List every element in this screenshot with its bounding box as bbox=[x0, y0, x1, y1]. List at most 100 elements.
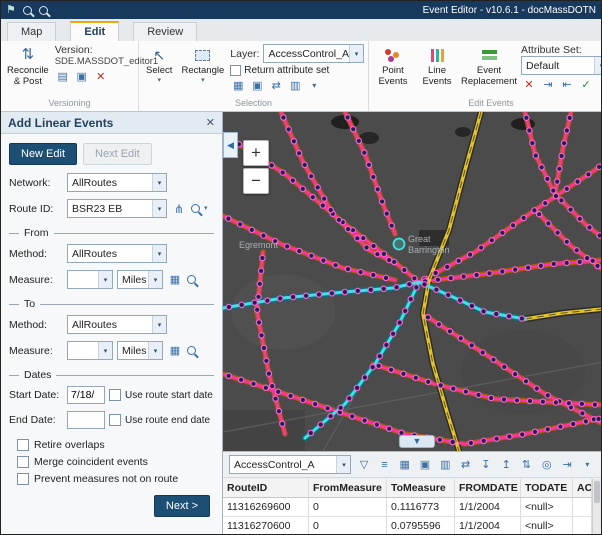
table-layer-dropdown[interactable]: AccessControl_A ▾ bbox=[229, 455, 351, 474]
switch-records-icon[interactable]: ⇄ bbox=[458, 457, 473, 472]
tab-edit[interactable]: Edit bbox=[70, 21, 119, 41]
col-todate[interactable]: TODATE bbox=[521, 479, 573, 497]
table-scrollbar[interactable] bbox=[592, 479, 601, 534]
from-units-dropdown[interactable]: Miles ▾ bbox=[117, 270, 163, 289]
use-route-start-checkbox[interactable] bbox=[109, 389, 121, 401]
reconcile-post-button[interactable]: ⇅ Reconcile & Post bbox=[5, 44, 51, 90]
from-method-caret-icon[interactable]: ▾ bbox=[152, 245, 166, 262]
line-events-button[interactable]: Line Events bbox=[417, 44, 457, 90]
layer-dropdown[interactable]: AccessControl_A ▾ bbox=[263, 44, 364, 63]
to-measure-dropdown[interactable]: ▾ bbox=[67, 341, 113, 360]
rectangle-tool-button[interactable]: Rectangle ▾ bbox=[179, 44, 226, 86]
to-method-caret-icon[interactable]: ▾ bbox=[152, 316, 166, 333]
new-edit-button[interactable]: New Edit bbox=[9, 143, 77, 165]
col-frommeasure[interactable]: FromMeasure bbox=[309, 479, 387, 497]
great-barrington-label-2: Barrington bbox=[408, 245, 450, 255]
panel-close-icon[interactable]: ✕ bbox=[206, 116, 215, 129]
selection-more-caret-icon[interactable]: ▾ bbox=[306, 78, 322, 93]
col-routeid[interactable]: RouteID bbox=[223, 479, 309, 497]
to-measure-table-icon[interactable]: ▦ bbox=[167, 343, 183, 358]
delete-version-icon[interactable]: ✕ bbox=[93, 69, 109, 84]
cell: 0 bbox=[309, 498, 387, 516]
version-changes-icon[interactable]: ▤ bbox=[55, 69, 71, 84]
rectangle-caret-icon[interactable]: ▾ bbox=[201, 77, 205, 84]
prevent-measures-checkbox[interactable] bbox=[17, 473, 29, 485]
use-route-end-checkbox[interactable] bbox=[109, 414, 121, 426]
filter-icon[interactable]: ▽ bbox=[356, 457, 371, 472]
to-measure-zoom-icon[interactable] bbox=[187, 346, 196, 355]
select-by-attribute-icon[interactable]: ▦ bbox=[230, 78, 246, 93]
route-id-caret-icon[interactable]: ▾ bbox=[152, 200, 166, 217]
route-id-dropdown[interactable]: BSR23 EB ▾ bbox=[67, 199, 167, 218]
table-row[interactable]: 11316270600 0 0.0795596 1/1/2004 <null> bbox=[223, 517, 592, 534]
version-properties-icon[interactable]: ▣ bbox=[74, 69, 90, 84]
network-caret-icon[interactable]: ▾ bbox=[152, 174, 166, 191]
tab-review[interactable]: Review bbox=[133, 22, 197, 41]
map-zoom-out-button[interactable]: − bbox=[243, 168, 269, 194]
use-route-start-label: Use route start date bbox=[125, 390, 213, 401]
table-icon[interactable]: ▦ bbox=[397, 457, 412, 472]
select-tool-button[interactable]: ↖ Select ▾ bbox=[143, 44, 175, 86]
retire-overlaps-checkbox[interactable] bbox=[17, 439, 29, 451]
route-zoom-icon[interactable] bbox=[191, 204, 200, 213]
zoom-in-icon[interactable] bbox=[23, 6, 32, 15]
layer-dropdown-caret-icon[interactable]: ▾ bbox=[349, 45, 363, 62]
start-date-input[interactable] bbox=[67, 386, 105, 404]
map-canvas[interactable]: Egremont Great Barrington bbox=[223, 112, 601, 451]
pin-icon[interactable]: ⚑ bbox=[6, 5, 16, 16]
from-measure-dropdown[interactable]: ▾ bbox=[67, 270, 113, 289]
collapse-table-button[interactable]: ▼ bbox=[399, 435, 435, 448]
attribute-set-caret-icon[interactable]: ▾ bbox=[594, 57, 602, 74]
from-method-dropdown[interactable]: AllRoutes ▾ bbox=[67, 244, 167, 263]
pan-to-record-icon[interactable]: ⇥ bbox=[559, 457, 574, 472]
end-date-input[interactable] bbox=[67, 411, 105, 429]
event-editor-window: ⚑ Event Editor - v10.6.1 - docMassDOTN M… bbox=[0, 0, 602, 535]
import-icon[interactable]: ↥ bbox=[499, 457, 514, 472]
table-layer-caret-icon[interactable]: ▾ bbox=[336, 456, 350, 473]
edit-records-icon[interactable]: ▣ bbox=[417, 457, 432, 472]
to-measure-caret-icon[interactable]: ▾ bbox=[98, 342, 112, 359]
to-units-dropdown[interactable]: Miles ▾ bbox=[117, 341, 163, 360]
from-measure-zoom-icon[interactable] bbox=[187, 275, 196, 284]
network-dropdown[interactable]: AllRoutes ▾ bbox=[67, 173, 167, 192]
switch-selection-icon[interactable]: ⇄ bbox=[268, 78, 284, 93]
from-units-caret-icon[interactable]: ▾ bbox=[148, 271, 162, 288]
collapse-panel-button[interactable]: ◀ bbox=[223, 132, 238, 158]
point-events-button[interactable]: Point Events bbox=[373, 44, 413, 90]
export-icon[interactable]: ↧ bbox=[478, 457, 493, 472]
extend-event-icon[interactable]: ⇥ bbox=[540, 77, 556, 92]
col-ac[interactable]: AC bbox=[573, 479, 592, 497]
select-route-on-map-icon[interactable]: ⋔ bbox=[171, 201, 187, 216]
from-measure-table-icon[interactable]: ▦ bbox=[167, 272, 183, 287]
cell: 0.0795596 bbox=[387, 517, 455, 534]
table-more-caret-icon[interactable]: ▾ bbox=[580, 457, 595, 472]
to-units-caret-icon[interactable]: ▾ bbox=[148, 342, 162, 359]
tab-map[interactable]: Map bbox=[7, 22, 56, 41]
event-replacement-button[interactable]: Event Replacement bbox=[461, 44, 517, 90]
select-caret-icon[interactable]: ▾ bbox=[157, 77, 161, 84]
delete-event-icon[interactable]: ✕ bbox=[521, 77, 537, 92]
apply-edits-icon[interactable]: ✓ bbox=[578, 77, 594, 92]
attribute-set-dropdown[interactable]: Default ▾ bbox=[521, 56, 602, 75]
trim-event-icon[interactable]: ⇤ bbox=[559, 77, 575, 92]
next-edit-button[interactable]: Next Edit bbox=[83, 143, 152, 165]
zoom-to-record-icon[interactable]: ◎ bbox=[539, 457, 554, 472]
col-tomeasure[interactable]: ToMeasure bbox=[387, 479, 455, 497]
list-icon[interactable]: ≡ bbox=[377, 457, 392, 472]
to-method-dropdown[interactable]: AllRoutes ▾ bbox=[67, 315, 167, 334]
from-measure-caret-icon[interactable]: ▾ bbox=[98, 271, 112, 288]
clear-selection-icon[interactable]: ▥ bbox=[287, 78, 303, 93]
next-button[interactable]: Next > bbox=[154, 495, 210, 517]
return-attribute-set-checkbox[interactable] bbox=[230, 65, 241, 76]
map-area[interactable]: Egremont Great Barrington ◀ + − ▼ bbox=[223, 112, 601, 451]
table-row[interactable]: 11316269600 0 0.1116773 1/1/2004 <null> bbox=[223, 498, 592, 517]
col-fromdate[interactable]: FROMDATE bbox=[455, 479, 521, 497]
egremont-label: Egremont bbox=[239, 240, 279, 250]
route-zoom-caret-icon[interactable]: ▾ bbox=[204, 205, 208, 212]
zoom-out-icon[interactable] bbox=[39, 6, 48, 15]
columns-icon[interactable]: ▥ bbox=[438, 457, 453, 472]
merge-coincident-checkbox[interactable] bbox=[17, 456, 29, 468]
sort-icon[interactable]: ⇅ bbox=[519, 457, 534, 472]
map-zoom-in-button[interactable]: + bbox=[243, 140, 269, 166]
zoom-to-selection-icon[interactable]: ▣ bbox=[249, 78, 265, 93]
